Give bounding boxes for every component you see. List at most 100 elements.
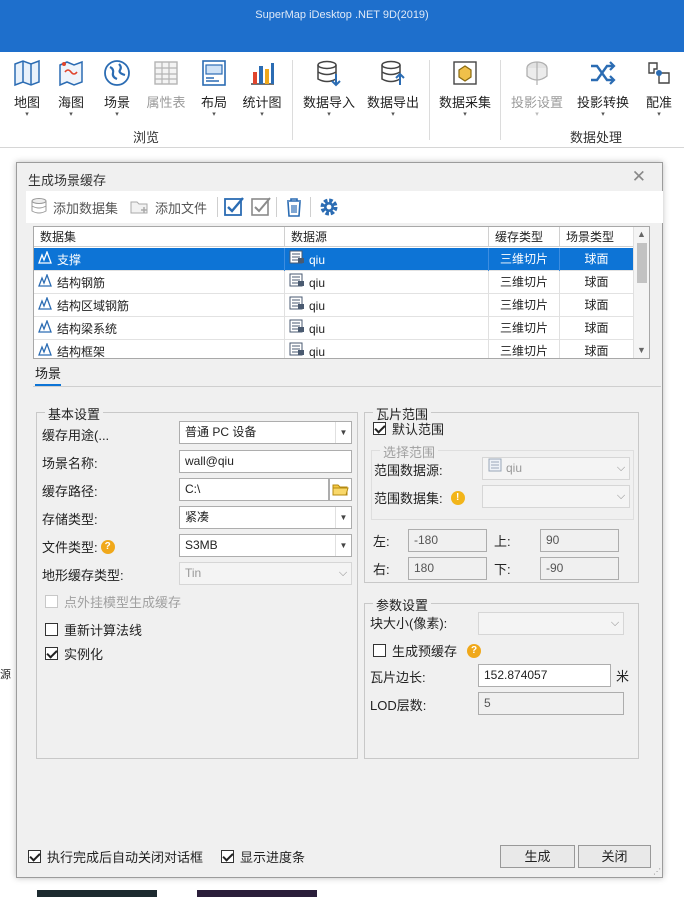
cache-type-cell[interactable]: 三维切片	[489, 248, 560, 271]
column-header-datasource[interactable]: 数据源	[285, 227, 489, 247]
basic-settings-title: 基本设置	[45, 404, 104, 423]
browse-folder-button[interactable]	[329, 478, 352, 501]
terrain-cache-type-select[interactable]: Tin ⌵	[179, 562, 352, 585]
table-scrollbar[interactable]: ▲ ▼	[633, 227, 649, 358]
ribbon-data-collect-button[interactable]: 数据采集 ▾	[436, 58, 494, 119]
dataset-cell: 结构区域钢筋	[34, 294, 285, 317]
ribbon-chart-map-button[interactable]: 海图 ▾	[52, 58, 90, 119]
scene-type-cell[interactable]: 球面	[560, 340, 634, 358]
ribbon-statistics-chart-button[interactable]: 统计图 ▾	[240, 58, 284, 119]
table-row[interactable]: 支撑 qiu 三维切片 球面	[34, 248, 634, 271]
scrollbar-thumb[interactable]	[637, 243, 647, 283]
show-progress-checkbox[interactable]: 显示进度条	[221, 847, 305, 866]
chevron-down-icon[interactable]: ⌵	[613, 486, 629, 507]
ribbon-data-import-button[interactable]: 数据导入 ▾	[300, 58, 358, 119]
add-file-icon	[130, 197, 150, 218]
folder-icon	[330, 484, 351, 503]
scene-type-cell[interactable]: 球面	[560, 271, 634, 294]
cache-type-cell[interactable]: 三维切片	[489, 340, 560, 358]
scroll-down-icon[interactable]: ▼	[637, 345, 646, 355]
add-dataset-button[interactable]: 添加数据集	[30, 197, 118, 218]
tile-edge-input[interactable]: 152.874057	[478, 664, 611, 687]
chevron-down-icon[interactable]: ▼	[335, 535, 351, 556]
dataset-table[interactable]: 数据集 数据源 缓存类型 场景类型 支撑 qiu 三维切片 球面 结构钢筋 qiu 三维切片…	[33, 226, 650, 359]
block-size-select[interactable]: ⌵	[478, 612, 624, 635]
ribbon-projection-settings-button[interactable]: 投影设置 ▾	[508, 58, 566, 119]
scene-type-cell[interactable]: 球面	[560, 317, 634, 340]
instancing-checkbox[interactable]: 实例化	[45, 644, 103, 663]
help-icon[interactable]: ?	[100, 539, 115, 554]
ribbon-attribute-table-button[interactable]: 属性表	[144, 58, 188, 111]
cache-type-cell[interactable]: 三维切片	[489, 271, 560, 294]
help-icon[interactable]: ?	[467, 643, 482, 658]
close-icon[interactable]: ✕	[632, 167, 646, 187]
top-bound-input[interactable]: 90	[540, 529, 619, 552]
cache-type-cell[interactable]: 三维切片	[489, 294, 560, 317]
ribbon-projection-convert-button[interactable]: 投影转换 ▾	[574, 58, 632, 119]
chevron-down-icon[interactable]: ⌵	[607, 613, 623, 634]
auto-close-checkbox[interactable]: 执行完成后自动关闭对话框	[28, 847, 203, 866]
chevron-down-icon[interactable]: ⌵	[613, 458, 629, 479]
range-datasource-select[interactable]: qiu ⌵	[482, 457, 630, 480]
background-app-strip: 源	[0, 148, 16, 897]
datasource-icon	[488, 458, 502, 479]
chevron-down-icon[interactable]: ⌵	[335, 563, 351, 584]
file-type-select[interactable]: S3MB ▼	[179, 534, 352, 557]
tab-scene[interactable]: 场景	[35, 363, 62, 386]
lod-levels-input[interactable]: 5	[478, 692, 624, 715]
table-row[interactable]: 结构梁系统 qiu 三维切片 球面	[34, 317, 634, 340]
default-range-checkbox[interactable]: 默认范围	[373, 419, 444, 438]
ribbon-item-label: 地图	[13, 95, 40, 110]
checkbox-box	[28, 850, 41, 863]
ribbon-data-export-button[interactable]: 数据导出 ▾	[364, 58, 422, 119]
invert-selection-button[interactable]	[250, 196, 272, 221]
column-header-scene-type[interactable]: 场景类型	[560, 227, 634, 247]
generate-button[interactable]: 生成	[500, 845, 575, 868]
ribbon-layout-button[interactable]: 布局 ▾	[196, 58, 232, 119]
scene-type-cell[interactable]: 球面	[560, 248, 634, 271]
recalc-normals-checkbox[interactable]: 重新计算法线	[45, 620, 142, 639]
terrain-cache-type-label: 地形缓存类型:	[42, 568, 124, 583]
dataset-cell: 结构钢筋	[34, 271, 285, 294]
ribbon-scene-button[interactable]: 场景 ▾	[98, 58, 136, 119]
bottom-bound-input[interactable]: -90	[540, 557, 619, 580]
ribbon-group-data-processing-label: 数据处理	[570, 130, 623, 145]
select-range-title: 选择范围	[380, 442, 439, 461]
scene-name-input[interactable]: wall@qiu	[179, 450, 352, 473]
right-bound-input[interactable]: 180	[408, 557, 487, 580]
column-header-dataset[interactable]: 数据集	[34, 227, 285, 247]
ribbon-item-label: 场景	[103, 95, 130, 110]
datasource-cell: qiu	[285, 294, 489, 317]
chevron-down-icon[interactable]: ▼	[335, 507, 351, 528]
storage-type-select[interactable]: 紧凑 ▼	[179, 506, 352, 529]
chevron-down-icon[interactable]: ▼	[335, 422, 351, 443]
ribbon-register-button[interactable]: 配准 ▾	[640, 58, 678, 119]
table-row[interactable]: 结构钢筋 qiu 三维切片 球面	[34, 271, 634, 294]
dropdown-arrow-icon: ▾	[657, 111, 661, 118]
ribbon-map-button[interactable]: 地图 ▾	[8, 58, 46, 119]
top-bound-label: 上:	[494, 534, 511, 549]
add-file-button[interactable]: 添加文件	[130, 197, 207, 218]
cache-usage-select[interactable]: 普通 PC 设备 ▼	[179, 421, 352, 444]
tile-edge-unit: 米	[616, 669, 630, 684]
checkbox-outline-icon	[250, 196, 272, 221]
resize-grip-icon[interactable]: ⋰	[653, 867, 661, 876]
table-row[interactable]: 结构区域钢筋 qiu 三维切片 球面	[34, 294, 634, 317]
close-button[interactable]: 关闭	[578, 845, 651, 868]
cache-type-cell[interactable]: 三维切片	[489, 317, 560, 340]
range-dataset-select[interactable]: ⌵	[482, 485, 630, 508]
left-bound-input[interactable]: -180	[408, 529, 487, 552]
scroll-up-icon[interactable]: ▲	[637, 229, 646, 239]
scene-type-cell[interactable]: 球面	[560, 294, 634, 317]
dataset-cell: 结构梁系统	[34, 317, 285, 340]
pre-cache-checkbox[interactable]: 生成预缓存 ?	[373, 641, 482, 660]
ribbon-item-label: 海图	[57, 95, 84, 110]
delete-button[interactable]	[284, 196, 304, 221]
cache-path-input[interactable]: C:\	[179, 478, 329, 501]
select-all-button[interactable]	[223, 196, 245, 221]
outer-model-cache-checkbox[interactable]: 点外挂模型生成缓存	[45, 592, 181, 611]
settings-button[interactable]	[318, 196, 340, 221]
table-row[interactable]: 结构框架 qiu 三维切片 球面	[34, 340, 634, 358]
cache-usage-value: 普通 PC 设备	[185, 425, 257, 439]
column-header-cache-type[interactable]: 缓存类型	[489, 227, 560, 247]
